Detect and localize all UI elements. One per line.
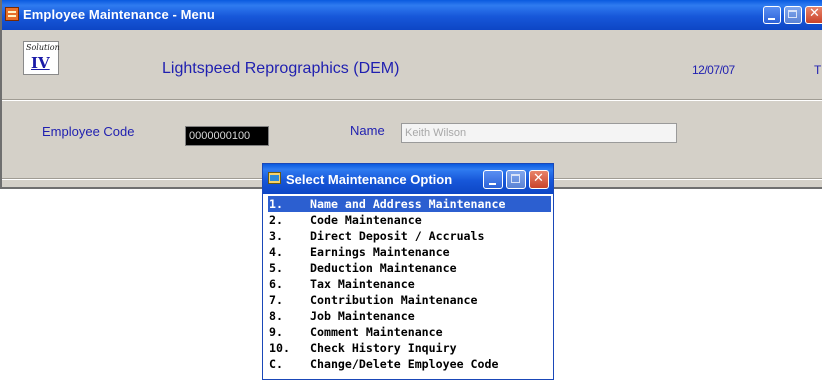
menu-option[interactable]: 10. Check History Inquiry <box>268 340 551 356</box>
menu-option[interactable]: 4. Earnings Maintenance <box>268 244 551 260</box>
header-divider <box>2 99 822 101</box>
dialog-minimize-icon[interactable] <box>483 170 503 189</box>
menu-option-label: Comment Maintenance <box>310 325 443 339</box>
dialog-close-icon[interactable] <box>529 170 549 189</box>
menu-option-number: 6. <box>269 277 283 291</box>
menu-option-label: Earnings Maintenance <box>310 245 450 259</box>
dialog-app-icon <box>268 172 281 184</box>
menu-option[interactable]: 2. Code Maintenance <box>268 212 551 228</box>
main-window: Employee Maintenance - Menu Solution IV … <box>0 0 822 189</box>
menu-option-label: Direct Deposit / Accruals <box>310 229 485 243</box>
maintenance-option-list: 1. Name and Address Maintenance 2. Code Mai… <box>268 196 551 372</box>
company-name: Lightspeed Reprographics (DEM) <box>162 60 400 77</box>
menu-option-number: 8. <box>269 309 283 323</box>
close-icon[interactable] <box>805 6 822 24</box>
menu-option[interactable]: 5. Deduction Maintenance <box>268 260 551 276</box>
menu-option[interactable]: 6. Tax Maintenance <box>268 276 551 292</box>
dialog-maximize-icon[interactable] <box>506 170 526 189</box>
menu-option-label: Code Maintenance <box>310 213 422 227</box>
dialog-title: Select Maintenance Option <box>286 172 453 187</box>
name-label: Name <box>350 123 385 138</box>
minimize-icon[interactable] <box>763 6 781 24</box>
employee-code-field[interactable]: 0000000100 <box>185 126 269 146</box>
menu-option-number: 7. <box>269 293 283 307</box>
menu-option-number: 10. <box>269 341 290 355</box>
menu-option-label: Deduction Maintenance <box>310 261 457 275</box>
employee-code-label: Employee Code <box>42 124 135 139</box>
logo-text-bottom: IV <box>31 54 50 72</box>
menu-option-number: 3. <box>269 229 283 243</box>
menu-option[interactable]: 7. Contribution Maintenance <box>268 292 551 308</box>
menu-option-number: 1. <box>269 197 283 211</box>
menu-option-number: 2. <box>269 213 283 227</box>
menu-option[interactable]: 9. Comment Maintenance <box>268 324 551 340</box>
solution-iv-logo: Solution IV <box>23 41 60 75</box>
dialog-titlebar[interactable]: Select Maintenance Option <box>263 164 553 194</box>
menu-option-label: Contribution Maintenance <box>310 293 478 307</box>
menu-option[interactable]: 8. Job Maintenance <box>268 308 551 324</box>
name-field[interactable]: Keith Wilson <box>401 123 677 143</box>
menu-option-label: Change/Delete Employee Code <box>310 357 499 371</box>
menu-option-number: 9. <box>269 325 283 339</box>
menu-option[interactable]: 1. Name and Address Maintenance <box>268 196 551 212</box>
menu-option-label: Tax Maintenance <box>310 277 415 291</box>
menu-option-label: Check History Inquiry <box>310 341 457 355</box>
logo-text-top: Solution <box>26 43 60 52</box>
menu-option[interactable]: 3. Direct Deposit / Accruals <box>268 228 551 244</box>
menu-option-number: 4. <box>269 245 283 259</box>
menu-option[interactable]: C. Change/Delete Employee Code <box>268 356 551 372</box>
maximize-icon[interactable] <box>784 6 802 24</box>
app-icon <box>5 7 19 21</box>
window-title: Employee Maintenance - Menu <box>23 7 215 22</box>
menu-option-label: Name and Address Maintenance <box>310 197 506 211</box>
clipped-text: T <box>814 63 822 77</box>
current-date: 12/07/07 <box>692 63 735 77</box>
menu-option-number: 5. <box>269 261 283 275</box>
maintenance-option-dialog: Select Maintenance Option 1. Name and Add… <box>262 163 554 380</box>
menu-option-number: C. <box>269 357 283 371</box>
main-titlebar[interactable]: Employee Maintenance - Menu <box>2 0 822 30</box>
menu-option-label: Job Maintenance <box>310 309 415 323</box>
